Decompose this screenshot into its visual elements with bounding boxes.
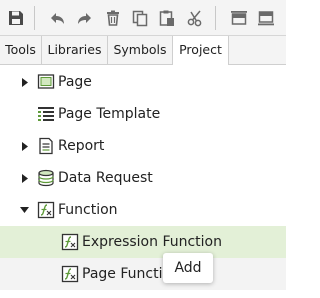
tree-item-label: Function [58, 202, 118, 218]
tab-project[interactable]: Project [173, 36, 229, 65]
project-tree: Page Page Template Report Data Request F… [0, 65, 286, 298]
cut-icon[interactable] [183, 6, 207, 30]
menu-item-add[interactable]: Add [163, 253, 213, 283]
tree-item-label: Report [58, 138, 105, 154]
save-icon[interactable] [4, 6, 28, 30]
function-icon [61, 265, 79, 283]
align-top-icon[interactable] [227, 6, 251, 30]
tree-item-function[interactable]: Function [0, 194, 286, 226]
tree-item-page-function[interactable]: Page Function [0, 258, 286, 290]
toolbar [0, 0, 286, 36]
chevron-right-icon[interactable] [20, 76, 30, 88]
page-icon [37, 73, 55, 91]
tree-item-label: Page Template [58, 106, 161, 122]
tree-item-report[interactable]: Report [0, 130, 286, 162]
toolbar-separator [34, 6, 35, 30]
panel-tabs: Tools Libraries Symbols Project [0, 36, 286, 65]
tree-item-expression-function[interactable]: Expression Function [0, 226, 286, 258]
report-icon [37, 137, 55, 155]
tree-item-label: Data Request [58, 170, 153, 186]
undo-icon[interactable] [46, 6, 70, 30]
copy-icon[interactable] [128, 6, 152, 30]
data-request-icon [37, 169, 55, 187]
paste-icon[interactable] [155, 6, 179, 30]
toolbar-separator [215, 6, 216, 30]
chevron-down-icon[interactable] [19, 204, 29, 216]
context-menu: Add [163, 253, 213, 283]
tree-item-page[interactable]: Page [0, 66, 286, 98]
tab-tools[interactable]: Tools [0, 36, 42, 64]
page-template-icon [37, 105, 55, 123]
chevron-right-icon[interactable] [20, 140, 30, 152]
redo-icon[interactable] [72, 6, 96, 30]
tree-item-data-request[interactable]: Data Request [0, 162, 286, 194]
function-icon [61, 233, 79, 251]
tab-symbols[interactable]: Symbols [108, 36, 173, 64]
delete-icon[interactable] [101, 6, 125, 30]
tree-item-label: Page [58, 74, 92, 90]
tab-libraries[interactable]: Libraries [42, 36, 108, 64]
function-icon [37, 201, 55, 219]
tree-item-page-template[interactable]: Page Template [0, 98, 286, 130]
align-bottom-icon[interactable] [254, 6, 278, 30]
chevron-right-icon[interactable] [20, 172, 30, 184]
